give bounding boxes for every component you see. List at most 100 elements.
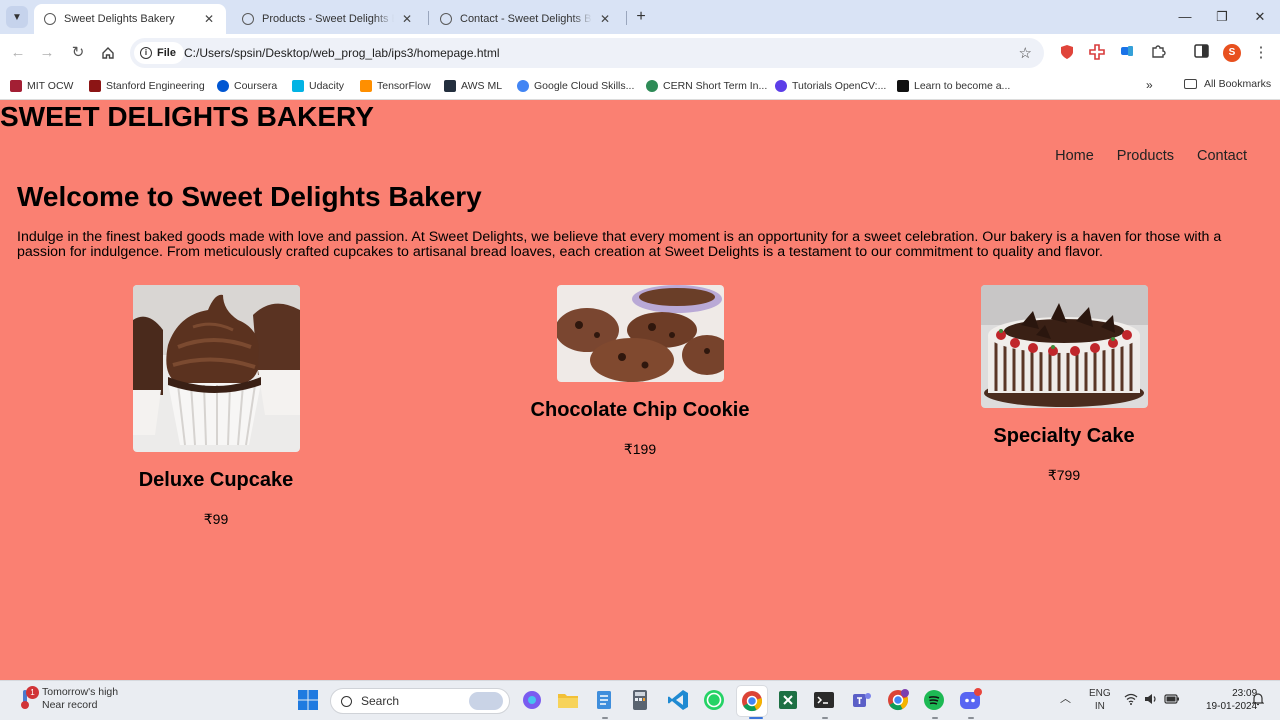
tab-title: Sweet Delights Bakery — [64, 13, 175, 25]
profile-avatar[interactable]: S — [1223, 44, 1241, 62]
bookmark-google-cloud[interactable]: Google Cloud Skills... — [517, 78, 634, 94]
extension-blue-icon[interactable] — [1118, 44, 1136, 62]
windows-logo-icon — [298, 690, 318, 710]
bookmark-aws-ml[interactable]: AWS ML — [444, 78, 502, 94]
cake-image — [980, 285, 1148, 408]
site-title: SWEET DELIGHTS BAKERY — [0, 101, 374, 132]
side-panel-button[interactable] — [1192, 44, 1210, 62]
chevron-down-icon: ▼ — [12, 11, 22, 23]
bookmark-label: Google Cloud Skills... — [534, 80, 635, 92]
minimize-button[interactable]: — — [1174, 6, 1196, 28]
system-clock[interactable]: 23:09 19-01-2024 — [1206, 687, 1257, 713]
excel-icon[interactable] — [776, 688, 800, 712]
tab-products[interactable]: Products - Sweet Delights Bakery ✕ — [232, 4, 424, 34]
bookmark-cern[interactable]: CERN Short Term In... — [646, 78, 767, 94]
search-label: Search — [361, 694, 400, 708]
bookmarks-overflow-button[interactable]: » — [1146, 78, 1153, 92]
language-line-2: IN — [1094, 701, 1105, 712]
extensions-button[interactable] — [1149, 44, 1167, 62]
tab-contact[interactable]: Contact - Sweet Delights Bakery ✕ — [430, 4, 622, 34]
maximize-button[interactable]: ❐ — [1211, 6, 1233, 28]
tab-search-button[interactable]: ▼ — [6, 6, 28, 28]
all-bookmarks-button[interactable]: All Bookmarks — [1184, 78, 1271, 90]
coursera-icon — [217, 80, 229, 92]
new-tab-button[interactable]: + — [632, 8, 650, 26]
stanford-icon — [89, 80, 101, 92]
vscode-icon[interactable] — [666, 688, 690, 712]
plus-icon: + — [636, 8, 646, 25]
tab-title: Contact - Sweet Delights Bakery — [460, 13, 592, 25]
bookmark-learn[interactable]: Learn to become a... — [897, 78, 1010, 94]
bookmark-udacity[interactable]: Udacity — [292, 78, 344, 94]
globe-icon — [440, 13, 452, 25]
wifi-icon[interactable] — [1124, 693, 1138, 709]
bookmark-label: Tutorials OpenCV:... — [792, 80, 887, 92]
spotify-icon[interactable] — [922, 688, 946, 712]
menu-button[interactable]: ⋮ — [1252, 44, 1270, 62]
weather-widget[interactable]: 1 Tomorrow's high Near record — [18, 686, 118, 712]
running-indicator — [602, 717, 608, 719]
clock-date: 19-01-2024 — [1206, 701, 1258, 712]
home-button[interactable] — [97, 42, 119, 64]
bookmark-label: MIT OCW — [27, 80, 74, 92]
reload-icon: ↻ — [71, 44, 85, 61]
extension-icon — [1121, 46, 1133, 56]
tab-sweet-delights-home[interactable]: Sweet Delights Bakery ✕ — [34, 4, 226, 34]
chip-label: File — [157, 47, 176, 59]
home-icon — [102, 47, 114, 59]
terminal-icon[interactable] — [812, 688, 836, 712]
product-card: Specialty Cake ₹799 — [914, 285, 1214, 484]
bell-icon — [1251, 693, 1265, 706]
bookmark-stanford[interactable]: Stanford Engineering — [89, 78, 205, 94]
close-icon[interactable]: ✕ — [598, 12, 612, 26]
cern-icon — [646, 80, 658, 92]
shield-icon — [1061, 45, 1073, 59]
close-icon[interactable]: ✕ — [202, 12, 216, 26]
bookmark-label: AWS ML — [461, 80, 503, 92]
roadmap-icon — [897, 80, 909, 92]
back-button[interactable]: ← — [7, 42, 29, 64]
reload-button[interactable]: ↻ — [67, 42, 89, 64]
language-indicator[interactable]: ENG IN — [1089, 687, 1111, 713]
notification-button[interactable] — [1251, 692, 1265, 710]
close-icon[interactable]: ✕ — [400, 12, 414, 26]
bookmark-tensorflow[interactable]: TensorFlow — [360, 78, 431, 94]
brave-shield-icon[interactable] — [1058, 44, 1076, 62]
notepad-icon[interactable] — [592, 688, 616, 712]
puzzle-red-icon — [1089, 44, 1105, 60]
whatsapp-icon[interactable] — [702, 688, 726, 712]
calculator-icon[interactable] — [628, 688, 652, 712]
show-hidden-icons-button[interactable]: ︿ — [1060, 693, 1071, 706]
opencv-icon — [775, 80, 787, 92]
taskbar-search[interactable]: Search — [330, 688, 510, 714]
url-text[interactable]: C:/Users/spsin/Desktop/web_prog_lab/ips3… — [184, 46, 500, 60]
nav-link-home[interactable]: Home — [1055, 148, 1094, 164]
bookmark-star-icon[interactable]: ☆ — [1019, 44, 1032, 62]
nav-link-contact[interactable]: Contact — [1197, 148, 1247, 164]
bookmark-opencv[interactable]: Tutorials OpenCV:... — [775, 78, 886, 94]
nav-link-products[interactable]: Products — [1117, 148, 1174, 164]
bookmark-coursera[interactable]: Coursera — [217, 78, 277, 94]
chrome-profile-icon[interactable] — [886, 688, 910, 712]
site-info-chip[interactable]: i File — [134, 42, 184, 64]
bookmarks-bar: MIT OCW Stanford Engineering Coursera Ud… — [0, 72, 1280, 100]
page-viewport: SWEET DELIGHTS BAKERY Home Products Cont… — [0, 101, 1280, 680]
address-bar[interactable]: i File C:/Users/spsin/Desktop/web_prog_l… — [130, 38, 1044, 68]
bookmark-mit-ocw[interactable]: MIT OCW — [10, 78, 73, 94]
running-indicator — [968, 717, 974, 719]
windows-start-button[interactable] — [296, 688, 320, 712]
minimize-icon: — — [1178, 9, 1192, 24]
browser-tab-bar: ▼ Sweet Delights Bakery ✕ Products - Swe… — [0, 0, 1280, 34]
volume-icon[interactable] — [1144, 693, 1158, 709]
arrow-right-icon: → — [39, 44, 55, 61]
copilot-icon[interactable] — [520, 688, 544, 712]
forward-button[interactable]: → — [36, 42, 58, 64]
intro-paragraph: Indulge in the finest baked goods made w… — [17, 229, 1222, 260]
chrome-taskbar-button-active[interactable] — [736, 685, 768, 717]
close-window-button[interactable]: ✕ — [1249, 6, 1271, 28]
discord-icon[interactable] — [958, 688, 982, 712]
teams-icon[interactable] — [850, 688, 874, 712]
extension-red-cross-icon[interactable] — [1088, 44, 1106, 62]
file-explorer-icon[interactable] — [556, 688, 580, 712]
battery-icon[interactable] — [1164, 694, 1180, 708]
